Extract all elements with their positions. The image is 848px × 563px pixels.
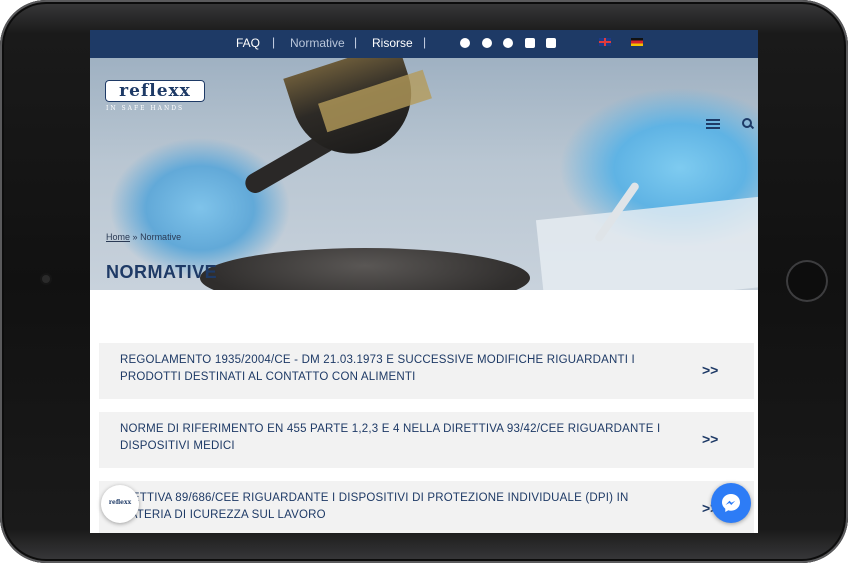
list-item[interactable]: NORME DI RIFERIMENTO EN 455 PARTE 1,2,3 … bbox=[99, 412, 754, 468]
tablet-frame: FAQ | Normative | Risorse | reflexx IN S… bbox=[0, 0, 848, 563]
list-item[interactable]: IRETTIVA 89/686/CEE RIGUARDANTE I DISPOS… bbox=[99, 481, 754, 533]
instagram-icon[interactable] bbox=[482, 38, 492, 48]
breadcrumb: Home » Normative bbox=[106, 232, 181, 242]
list-item-text: NORME DI RIFERIMENTO EN 455 PARTE 1,2,3 … bbox=[120, 423, 661, 452]
messenger-button[interactable] bbox=[711, 483, 751, 523]
top-bar: FAQ | Normative | Risorse | bbox=[90, 30, 758, 58]
twitter-icon[interactable] bbox=[503, 38, 513, 48]
facebook-icon[interactable] bbox=[460, 38, 470, 48]
reflexx-logo[interactable]: reflexx bbox=[105, 80, 205, 102]
hero-banner: reflexx IN SAFE HANDS Home » Normative N… bbox=[90, 58, 758, 290]
breadcrumb-current: Normative bbox=[140, 232, 182, 242]
linkedin-icon[interactable] bbox=[525, 38, 535, 48]
list-item-text: REGOLAMENTO 1935/2004/CE - DM 21.03.1973… bbox=[120, 354, 635, 383]
uk-flag-icon[interactable] bbox=[599, 38, 611, 46]
screen: FAQ | Normative | Risorse | reflexx IN S… bbox=[90, 30, 758, 533]
list-item[interactable]: REGOLAMENTO 1935/2004/CE - DM 21.03.1973… bbox=[99, 343, 754, 399]
messenger-icon bbox=[722, 494, 740, 512]
logo-name: reflexx bbox=[119, 81, 191, 101]
chat-logo: reflexx bbox=[108, 499, 132, 506]
breadcrumb-home[interactable]: Home bbox=[106, 232, 130, 242]
home-button[interactable] bbox=[786, 260, 828, 302]
search-icon[interactable] bbox=[742, 118, 752, 128]
hero-paper bbox=[535, 196, 758, 290]
de-flag-icon[interactable] bbox=[631, 38, 643, 46]
camera-icon bbox=[42, 275, 50, 283]
chevron-right-icon[interactable]: >> bbox=[702, 431, 718, 447]
nav-risorse[interactable]: Risorse bbox=[372, 36, 413, 50]
chevron-right-icon[interactable]: >> bbox=[702, 362, 718, 378]
list-item-text: IRETTIVA 89/686/CEE RIGUARDANTE I DISPOS… bbox=[120, 492, 629, 521]
nav-separator: | bbox=[354, 35, 358, 49]
nav-separator: | bbox=[272, 35, 276, 49]
menu-icon[interactable] bbox=[706, 119, 720, 129]
nav-faq[interactable]: FAQ bbox=[236, 36, 260, 50]
nav-normative[interactable]: Normative bbox=[290, 36, 345, 50]
page-title: NORMATIVE bbox=[106, 262, 218, 282]
gavel-base bbox=[200, 248, 530, 290]
nav-separator: | bbox=[423, 35, 427, 49]
reflexx-chat-button[interactable]: reflexx bbox=[101, 485, 139, 523]
breadcrumb-separator: » bbox=[132, 232, 138, 242]
logo-tagline: IN SAFE HANDS bbox=[106, 105, 185, 112]
youtube-icon[interactable] bbox=[546, 38, 556, 48]
